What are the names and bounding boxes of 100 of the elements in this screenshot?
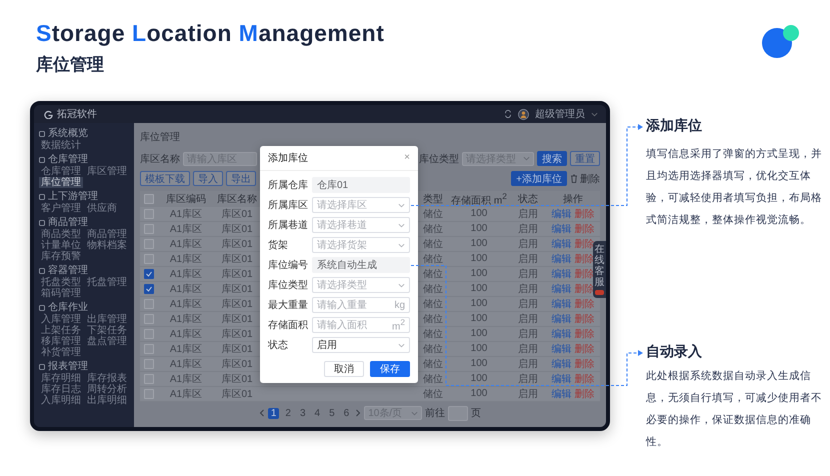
select-field[interactable]: 请选择类型 bbox=[312, 277, 410, 293]
sidebar-item[interactable]: 库存明细 bbox=[39, 373, 83, 384]
sidebar-item[interactable]: 库位管理 bbox=[39, 177, 83, 188]
sidebar-item[interactable]: 仓库管理 bbox=[39, 166, 83, 177]
side-tab[interactable]: 在线客服 bbox=[593, 241, 606, 298]
checkbox[interactable] bbox=[144, 358, 154, 369]
edit-link[interactable]: 编辑 bbox=[552, 314, 572, 325]
sidebar-item[interactable]: 下架任务 bbox=[85, 325, 129, 336]
checkbox[interactable] bbox=[144, 284, 154, 294]
edit-link[interactable]: 编辑 bbox=[552, 344, 572, 355]
delete-link[interactable]: 删除 bbox=[574, 314, 594, 325]
sidebar-group-title[interactable]: 仓库作业 bbox=[48, 302, 88, 314]
sidebar-group-title[interactable]: 容器管理 bbox=[48, 265, 88, 277]
select-field[interactable]: 启用 bbox=[312, 337, 410, 353]
save-button[interactable]: 保存 bbox=[370, 361, 410, 377]
sidebar-item[interactable]: 托盘管理 bbox=[85, 277, 129, 288]
checkbox[interactable] bbox=[144, 388, 154, 399]
sidebar-item[interactable]: 箱码管理 bbox=[39, 288, 83, 299]
toolbar-button[interactable]: 导出 bbox=[226, 171, 256, 186]
trash-icon[interactable] bbox=[570, 174, 578, 184]
sidebar-item[interactable]: 物料档案 bbox=[85, 240, 129, 251]
sidebar-item[interactable]: 库存报表 bbox=[85, 373, 129, 384]
page-button[interactable]: 5 bbox=[326, 408, 338, 419]
delete-link[interactable]: 删除 bbox=[574, 224, 594, 235]
sidebar-item[interactable]: 库存预警 bbox=[39, 251, 83, 262]
sidebar-item[interactable]: 商品管理 bbox=[85, 229, 129, 240]
sidebar-group-title[interactable]: 报表管理 bbox=[48, 361, 88, 373]
page-button[interactable]: 2 bbox=[282, 408, 294, 419]
chevron-left-icon[interactable] bbox=[258, 409, 265, 418]
checkbox[interactable] bbox=[144, 208, 154, 219]
sidebar-item[interactable]: 入库管理 bbox=[39, 314, 83, 325]
input-field[interactable]: 请输入重量 kg bbox=[312, 297, 410, 313]
edit-link[interactable]: 编辑 bbox=[552, 254, 572, 265]
avatar-icon[interactable] bbox=[518, 108, 529, 120]
delete-link[interactable]: 删除 bbox=[574, 374, 594, 385]
cancel-button[interactable]: 取消 bbox=[324, 361, 364, 377]
checkbox[interactable] bbox=[144, 298, 154, 309]
sidebar-item[interactable]: 数据统计 bbox=[39, 140, 83, 151]
edit-link[interactable]: 编辑 bbox=[552, 284, 572, 295]
edit-link[interactable]: 编辑 bbox=[552, 328, 572, 340]
sidebar-item[interactable]: 补货管理 bbox=[39, 347, 83, 358]
delete-link[interactable]: 删除 bbox=[574, 358, 594, 370]
checkbox[interactable] bbox=[144, 328, 154, 339]
refresh-icon[interactable] bbox=[504, 110, 512, 118]
sidebar-group-title[interactable]: 仓库管理 bbox=[48, 154, 88, 166]
close-icon[interactable]: × bbox=[404, 153, 410, 163]
delete-link[interactable]: 删除 bbox=[580, 172, 600, 186]
select-field[interactable]: 请选择货架 bbox=[312, 237, 410, 253]
input-field[interactable]: 系统自动生成 bbox=[312, 257, 410, 273]
sidebar-group-title[interactable]: 上下游管理 bbox=[48, 191, 98, 203]
sidebar-item[interactable]: 客户管理 bbox=[39, 203, 83, 214]
checkbox[interactable] bbox=[144, 254, 154, 264]
sidebar-item[interactable]: 移库管理 bbox=[39, 336, 83, 347]
page-input[interactable] bbox=[448, 406, 468, 421]
page-button[interactable]: 4 bbox=[312, 408, 324, 419]
sidebar-item[interactable]: 供应商 bbox=[85, 203, 129, 214]
delete-link[interactable]: 删除 bbox=[574, 238, 594, 250]
checkbox[interactable] bbox=[144, 344, 154, 354]
edit-link[interactable]: 编辑 bbox=[552, 224, 572, 235]
sidebar-item[interactable]: 库存日志 bbox=[39, 384, 83, 395]
delete-link[interactable]: 删除 bbox=[574, 208, 594, 220]
sidebar-item[interactable]: 商品类型 bbox=[39, 229, 83, 240]
sidebar-item[interactable]: 周转分析 bbox=[85, 384, 129, 395]
edit-link[interactable]: 编辑 bbox=[552, 358, 572, 370]
edit-link[interactable]: 编辑 bbox=[552, 268, 572, 280]
toolbar-button[interactable]: 导入 bbox=[193, 171, 223, 186]
sidebar-item[interactable]: 库区管理 bbox=[85, 166, 129, 177]
page-button[interactable]: 1 bbox=[268, 408, 280, 419]
sidebar-item[interactable]: 盘点管理 bbox=[85, 336, 129, 347]
sidebar-group-title[interactable]: 系统概览 bbox=[48, 128, 88, 140]
checkbox[interactable] bbox=[144, 194, 154, 204]
checkbox[interactable] bbox=[144, 314, 154, 324]
checkbox[interactable] bbox=[144, 268, 154, 279]
edit-link[interactable]: 编辑 bbox=[552, 374, 572, 385]
page-button[interactable]: 6 bbox=[340, 408, 352, 419]
sidebar-item[interactable]: 托盘类型 bbox=[39, 277, 83, 288]
edit-link[interactable]: 编辑 bbox=[552, 238, 572, 250]
select-field[interactable]: 请选择巷道 bbox=[312, 217, 410, 233]
select-field[interactable]: 请选择库区 bbox=[312, 197, 410, 213]
sidebar-item[interactable]: 出库明细 bbox=[85, 395, 129, 406]
sidebar-item[interactable]: 上架任务 bbox=[39, 325, 83, 336]
delete-link[interactable]: 删除 bbox=[574, 344, 594, 355]
search-button[interactable]: 搜索 bbox=[537, 151, 567, 166]
delete-link[interactable]: 删除 bbox=[574, 298, 594, 310]
delete-link[interactable]: 删除 bbox=[574, 388, 594, 400]
reset-button[interactable]: 重置 bbox=[570, 151, 600, 166]
checkbox[interactable] bbox=[144, 374, 154, 384]
edit-link[interactable]: 编辑 bbox=[552, 298, 572, 310]
checkbox[interactable] bbox=[144, 238, 154, 249]
chevron-right-icon[interactable] bbox=[355, 409, 362, 418]
user-name[interactable]: 超级管理员 bbox=[535, 107, 585, 121]
sidebar-item[interactable]: 出库管理 bbox=[85, 314, 129, 325]
input-field[interactable]: 仓库01 bbox=[312, 177, 410, 193]
toolbar-button[interactable]: 模板下载 bbox=[140, 171, 190, 186]
input-field[interactable]: 请输入面积 m$^{2}$ bbox=[312, 317, 410, 333]
edit-link[interactable]: 编辑 bbox=[552, 388, 572, 400]
add-button[interactable]: +添加库位 bbox=[511, 171, 567, 186]
sidebar-group-title[interactable]: 商品管理 bbox=[48, 217, 88, 229]
page-button[interactable]: 3 bbox=[296, 408, 308, 419]
sidebar-item[interactable]: 计量单位 bbox=[39, 240, 83, 251]
